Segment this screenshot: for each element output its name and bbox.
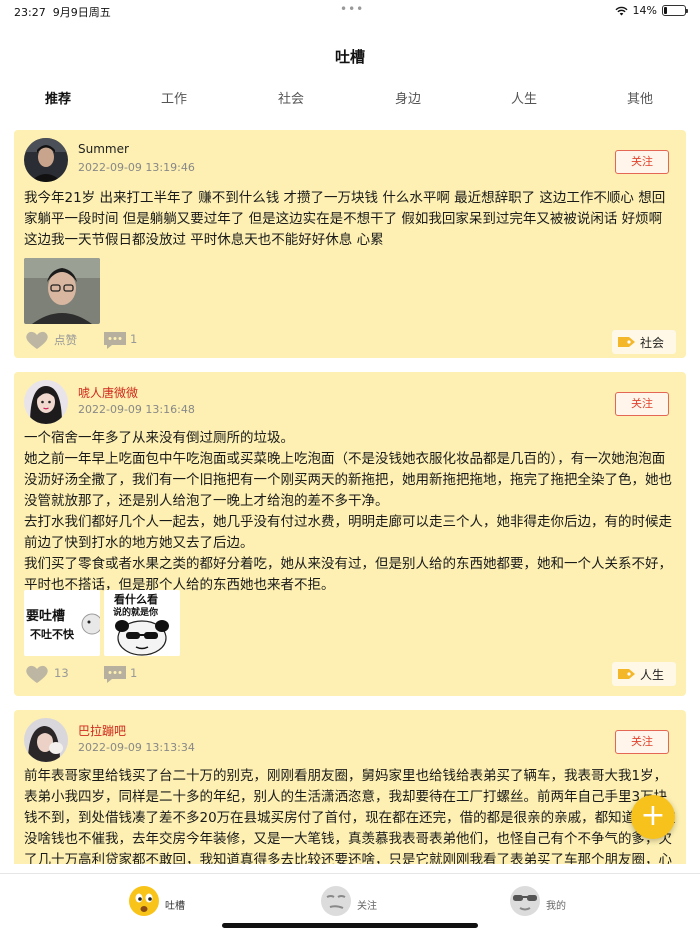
category-tag[interactable]: 人生 bbox=[612, 662, 676, 686]
tab-nearby[interactable]: 身边 bbox=[368, 88, 448, 107]
avatar[interactable] bbox=[24, 138, 68, 182]
status-bar: 23:27 9月9日周五 ••• 14% bbox=[0, 0, 700, 22]
tab-work[interactable]: 工作 bbox=[134, 88, 214, 107]
follow-button[interactable]: 关注 bbox=[615, 392, 669, 416]
home-indicator[interactable] bbox=[222, 923, 478, 928]
comment-count: 1 bbox=[130, 666, 138, 680]
smirk-face-icon bbox=[321, 886, 351, 916]
post-actions: 13 1 bbox=[24, 662, 676, 686]
comment-icon[interactable] bbox=[102, 664, 128, 684]
battery-icon bbox=[662, 5, 688, 16]
heart-icon[interactable] bbox=[24, 330, 50, 350]
author-name[interactable]: Summer bbox=[78, 142, 129, 156]
post-content: 前年表哥家里给钱买了台二十万的别克，刚刚看朋友圈，舅妈家里也给钱给表弟买了辆车，… bbox=[24, 768, 676, 864]
meme-text-top: 要吐槽 bbox=[26, 608, 65, 624]
tab-other[interactable]: 其他 bbox=[600, 88, 680, 107]
heart-icon[interactable] bbox=[24, 664, 50, 684]
category-tag-label: 社会 bbox=[640, 336, 665, 350]
post-image[interactable] bbox=[24, 258, 100, 324]
avatar[interactable] bbox=[24, 380, 68, 424]
post-actions: 点赞 1 bbox=[24, 328, 676, 352]
nav-complain-label: 吐槽 bbox=[165, 901, 185, 912]
battery-percent: 14% bbox=[632, 4, 657, 17]
status-time: 23:27 9月9日周五 bbox=[14, 6, 111, 19]
follow-button[interactable]: 关注 bbox=[615, 150, 669, 174]
post-card[interactable]: 巴拉蹦吧 2022-09-09 13:13:34 关注 前年表哥家里给钱买了台二… bbox=[14, 710, 686, 864]
post-time: 2022-09-09 13:16:48 bbox=[78, 403, 195, 416]
meme-text-bottom: 说的就是你 bbox=[113, 606, 158, 618]
wifi-icon bbox=[615, 6, 628, 15]
category-tabs: 推荐 工作 社会 身边 人生 其他 bbox=[0, 88, 700, 110]
status-indicators: 14% bbox=[615, 4, 688, 17]
post-image[interactable]: 要吐槽 不吐不快 bbox=[24, 590, 100, 656]
follow-button[interactable]: 关注 bbox=[615, 730, 669, 754]
multitask-dots[interactable]: ••• bbox=[340, 2, 364, 16]
tag-icon bbox=[618, 669, 635, 679]
nav-complain[interactable]: 吐槽 bbox=[127, 884, 207, 920]
sunglasses-face-icon bbox=[510, 886, 540, 916]
bottom-nav: 吐槽 关注 我的 bbox=[0, 873, 700, 934]
avatar[interactable] bbox=[24, 718, 68, 762]
like-count[interactable]: 13 bbox=[54, 666, 69, 680]
tab-life[interactable]: 人生 bbox=[484, 88, 564, 107]
tab-society[interactable]: 社会 bbox=[251, 88, 331, 107]
nav-mine-label: 我的 bbox=[546, 901, 566, 912]
meme-text-bottom: 不吐不快 bbox=[30, 627, 75, 641]
tab-recommend[interactable]: 推荐 bbox=[18, 88, 98, 107]
comment-icon[interactable] bbox=[102, 330, 128, 350]
emoji-face-icon bbox=[129, 886, 159, 916]
page-title: 吐槽 bbox=[334, 48, 365, 66]
post-image[interactable]: 看什么看 说的就是你 bbox=[104, 590, 180, 656]
post-content: 我今年21岁 出来打工半年了 赚不到什么钱 才攒了一万块钱 什么水平啊 最近想辞… bbox=[24, 190, 666, 248]
post-feed[interactable]: Summer 2022-09-09 13:19:46 关注 我今年21岁 出来打… bbox=[0, 124, 700, 864]
category-tag-label: 人生 bbox=[640, 668, 665, 682]
like-count[interactable]: 点赞 bbox=[54, 332, 77, 348]
nav-follow[interactable]: 关注 bbox=[319, 884, 399, 920]
post-card[interactable]: 唬人唐微微 2022-09-09 13:16:48 关注 一个宿舍一年多了从来没… bbox=[14, 372, 686, 696]
post-content: 一个宿舍一年多了从来没有倒过厕所的垃圾。 她之前一年早上吃面包中午吃泡面或买菜晚… bbox=[24, 430, 672, 593]
post-card[interactable]: Summer 2022-09-09 13:19:46 关注 我今年21岁 出来打… bbox=[14, 130, 686, 358]
tag-icon bbox=[618, 337, 635, 347]
category-tag[interactable]: 社会 bbox=[612, 330, 676, 354]
add-post-button[interactable]: + bbox=[631, 795, 675, 839]
nav-mine[interactable]: 我的 bbox=[508, 884, 588, 920]
comment-count: 1 bbox=[130, 332, 138, 346]
post-time: 2022-09-09 13:19:46 bbox=[78, 161, 195, 174]
author-name[interactable]: 巴拉蹦吧 bbox=[78, 722, 126, 739]
author-name[interactable]: 唬人唐微微 bbox=[78, 384, 138, 401]
post-time: 2022-09-09 13:13:34 bbox=[78, 741, 195, 754]
nav-follow-label: 关注 bbox=[357, 901, 377, 912]
meme-text-top: 看什么看 bbox=[114, 592, 158, 606]
